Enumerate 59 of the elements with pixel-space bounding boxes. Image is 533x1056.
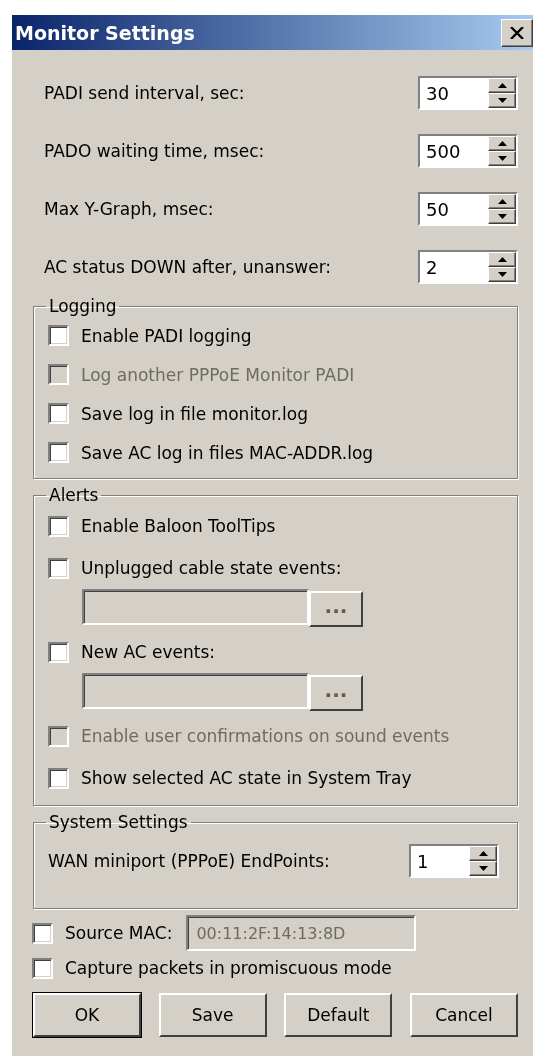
- dialog-button[interactable]: OK: [33, 993, 141, 1037]
- spin-down-button[interactable]: [488, 93, 516, 108]
- checkbox-label: Unplugged cable state events:: [81, 558, 342, 578]
- up-arrow-icon: [497, 83, 507, 88]
- field-label: PADI send interval, sec:: [44, 83, 245, 103]
- spin-box[interactable]: 2: [418, 250, 518, 284]
- down-arrow-icon: [478, 866, 488, 871]
- window-title: Monitor Settings: [15, 21, 195, 44]
- dialog-button[interactable]: Save: [158, 993, 267, 1037]
- spin-box[interactable]: 30: [418, 76, 518, 110]
- checkbox[interactable]: [48, 557, 69, 579]
- up-arrow-icon: [497, 257, 507, 262]
- group-title: System Settings: [48, 812, 189, 832]
- down-arrow-icon: [497, 156, 507, 161]
- spin-box[interactable]: 50: [418, 192, 518, 226]
- checkbox[interactable]: [48, 403, 69, 424]
- checkbox-label: Save AC log in files MAC-ADDR.log: [81, 442, 374, 463]
- down-arrow-icon: [497, 272, 507, 277]
- up-arrow-icon: [497, 141, 507, 146]
- spin-down-button[interactable]: [488, 267, 516, 282]
- field-label: AC status DOWN after, unanswer:: [44, 257, 332, 277]
- checkbox-label: Source MAC:: [65, 923, 173, 943]
- checkbox-label: Enable user confirmations on sound events: [81, 726, 450, 746]
- field-label: Max Y-Graph, msec:: [44, 199, 214, 219]
- close-button[interactable]: [501, 18, 533, 47]
- checkbox-label: Enable PADI logging: [81, 325, 252, 346]
- spin-up-button[interactable]: [488, 252, 516, 267]
- spin-down-button[interactable]: [488, 209, 516, 224]
- checkbox[interactable]: [48, 515, 69, 537]
- checkbox-label: Capture packets in promiscuous mode: [65, 958, 392, 978]
- checkbox[interactable]: [48, 767, 69, 789]
- spin-down-button[interactable]: [488, 151, 516, 166]
- up-arrow-icon: [497, 199, 507, 204]
- checkbox[interactable]: [48, 325, 69, 346]
- spin-box[interactable]: 500: [418, 134, 518, 168]
- checkbox-label: Show selected AC state in System Tray: [81, 768, 412, 788]
- dialog-button[interactable]: Cancel: [409, 993, 518, 1037]
- up-arrow-icon: [478, 851, 488, 856]
- checkbox-label: New AC events:: [81, 642, 216, 662]
- checkbox-label: Enable Baloon ToolTips: [81, 516, 276, 536]
- spin-box[interactable]: 1: [409, 844, 499, 878]
- dialog-button[interactable]: Default: [284, 993, 393, 1037]
- spin-up-button[interactable]: [469, 846, 497, 861]
- group-title: Alerts: [48, 485, 100, 505]
- checkbox[interactable]: [48, 442, 69, 463]
- checkbox[interactable]: [48, 641, 69, 663]
- spin-up-button[interactable]: [488, 194, 516, 209]
- checkbox-label: Save log in file monitor.log: [81, 403, 308, 424]
- spin-down-button[interactable]: [469, 861, 497, 876]
- down-arrow-icon: [497, 98, 507, 103]
- field-label: PADO waiting time, msec:: [44, 141, 265, 161]
- down-arrow-icon: [497, 214, 507, 219]
- field-label: WAN miniport (PPPoE) EndPoints:: [48, 851, 330, 871]
- spin-up-button[interactable]: [488, 136, 516, 151]
- checkbox[interactable]: [32, 957, 53, 979]
- close-icon: [510, 26, 524, 39]
- group-title: Logging: [48, 296, 118, 316]
- spin-up-button[interactable]: [488, 78, 516, 93]
- checkbox-label: Log another PPPoE Monitor PADI: [81, 364, 355, 385]
